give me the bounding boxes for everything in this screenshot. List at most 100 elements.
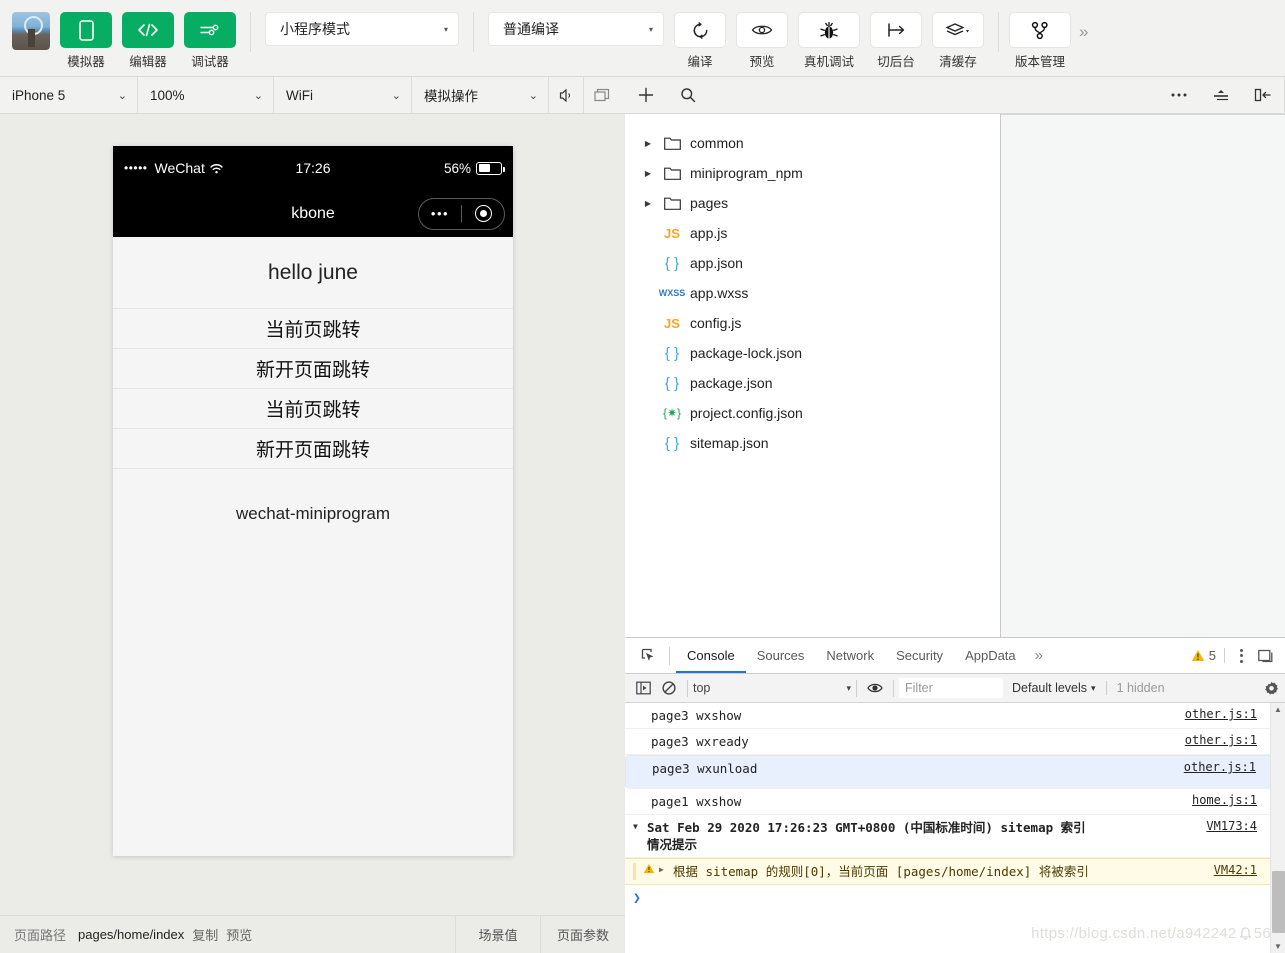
warning-count: 5: [1208, 648, 1216, 663]
page-footer-text: wechat-miniprogram: [113, 469, 513, 559]
preview-button[interactable]: 预览: [736, 12, 788, 70]
preview-path-button[interactable]: 预览: [226, 925, 252, 944]
inspect-element-icon[interactable]: [633, 642, 663, 670]
network-select[interactable]: WiFi ⌄: [274, 77, 412, 113]
copy-path-button[interactable]: 复制: [192, 925, 218, 944]
console-scrollbar[interactable]: ▲ ▼: [1270, 703, 1285, 953]
collapse-all-icon[interactable]: [1200, 77, 1242, 113]
tab-console[interactable]: Console: [676, 638, 746, 673]
simulate-action-select[interactable]: 模拟操作 ⌄: [412, 77, 549, 113]
page-nav-item[interactable]: 新开页面跳转: [113, 429, 513, 469]
console-output[interactable]: page3 wxshow other.js:1 page3 wxready other…: [625, 703, 1285, 953]
background-button[interactable]: 切后台: [870, 12, 922, 70]
compile-button[interactable]: 编译: [674, 12, 726, 70]
window-icon[interactable]: [584, 77, 619, 113]
console-log-source[interactable]: VM42:1: [1214, 863, 1257, 877]
wxss-file-icon: WXSS: [658, 288, 686, 298]
search-icon[interactable]: [667, 77, 709, 113]
mode-select[interactable]: 小程序模式 ▾: [265, 12, 459, 46]
console-settings-icon[interactable]: [1264, 681, 1279, 696]
console-group-row[interactable]: ▼ Sat Feb 29 2020 17:26:23 GMT+0800 (中国标准…: [625, 815, 1285, 858]
scrollbar-thumb[interactable]: [1272, 871, 1285, 933]
nav-simulator-label: 模拟器: [67, 55, 105, 69]
console-warning-row[interactable]: ▶ 根据 sitemap 的规则[0]，当前页面 [pages/home/inde…: [625, 858, 1285, 885]
toolbar-overflow-button[interactable]: »: [1079, 22, 1088, 42]
avatar[interactable]: [12, 12, 50, 50]
status-badge[interactable]: 5: [1191, 648, 1225, 663]
chevron-down-icon[interactable]: ▼: [633, 819, 647, 831]
compile-select[interactable]: 普通编译 ▾: [488, 12, 664, 46]
filter-input[interactable]: Filter: [899, 678, 1003, 698]
capsule-menu-icon[interactable]: •••: [419, 206, 461, 221]
console-log-source[interactable]: other.js:1: [1185, 707, 1257, 721]
clear-cache-button[interactable]: 清缓存: [932, 12, 984, 70]
scene-value-button[interactable]: 场景值: [455, 915, 540, 953]
scroll-up-arrow[interactable]: ▲: [1274, 703, 1282, 716]
chevron-right-icon[interactable]: ▶: [639, 169, 657, 178]
ellipsis-icon[interactable]: [1158, 77, 1200, 113]
dock-panel-icon[interactable]: [1253, 649, 1279, 663]
console-log-source[interactable]: home.js:1: [1192, 793, 1257, 807]
file-tree-file[interactable]: { } sitemap.json: [625, 428, 1000, 458]
live-expression-icon[interactable]: [862, 682, 888, 694]
file-tree-label: app.wxss: [690, 285, 749, 301]
compile-label: 编译: [687, 55, 713, 69]
tab-security[interactable]: Security: [885, 638, 954, 673]
nav-debugger-button[interactable]: 调试器: [184, 12, 236, 70]
toggle-panel-icon[interactable]: [1242, 77, 1284, 113]
context-select[interactable]: top ▾: [693, 681, 851, 695]
file-tree-file[interactable]: { } package.json: [625, 368, 1000, 398]
chevron-right-icon[interactable]: ▶: [639, 199, 657, 208]
console-log-row[interactable]: page1 wxshow home.js:1: [625, 789, 1285, 815]
bottom-bar-right: 场景值 页面参数: [455, 915, 625, 953]
volume-icon[interactable]: [549, 77, 584, 113]
more-options-icon[interactable]: [1229, 644, 1253, 668]
console-log-row[interactable]: page3 wxunload other.js:1: [625, 755, 1285, 789]
wechat-capsule[interactable]: •••: [418, 197, 505, 230]
console-log-source[interactable]: VM173:4: [1206, 819, 1257, 833]
nav-editor-button[interactable]: 编辑器: [122, 12, 174, 70]
page-nav-item[interactable]: 新开页面跳转: [113, 349, 513, 389]
file-tree-file[interactable]: { } package-lock.json: [625, 338, 1000, 368]
scroll-down-arrow[interactable]: ▼: [1274, 940, 1282, 953]
tabs-overflow-button[interactable]: »: [1027, 638, 1051, 673]
capsule-target-icon[interactable]: [462, 205, 504, 222]
console-log-source[interactable]: other.js:1: [1185, 733, 1257, 747]
tab-network[interactable]: Network: [815, 638, 885, 673]
show-console-sidebar-icon[interactable]: [630, 681, 656, 695]
file-tree-file[interactable]: JS config.js: [625, 308, 1000, 338]
sliders-icon: [184, 12, 236, 48]
file-tree-folder[interactable]: ▶ common: [625, 128, 1000, 158]
eye-icon: [736, 12, 788, 48]
file-tree-file[interactable]: {✷} project.config.json: [625, 398, 1000, 428]
console-prompt[interactable]: ❯: [625, 885, 1285, 911]
file-tree-file[interactable]: JS app.js: [625, 218, 1000, 248]
console-log-row[interactable]: page3 wxready other.js:1: [625, 729, 1285, 755]
page-nav-item[interactable]: 当前页跳转: [113, 389, 513, 429]
file-tree-file[interactable]: WXSS app.wxss: [625, 278, 1000, 308]
file-tree-file[interactable]: { } app.json: [625, 248, 1000, 278]
console-log-source[interactable]: other.js:1: [1184, 760, 1256, 774]
console-log-row[interactable]: page3 wxshow other.js:1: [625, 703, 1285, 729]
avatar-wrapper[interactable]: [12, 12, 50, 50]
nav-simulator-button[interactable]: 模拟器: [60, 12, 112, 70]
add-file-button[interactable]: [625, 77, 667, 113]
page-nav-item[interactable]: 当前页跳转: [113, 309, 513, 349]
tab-sources[interactable]: Sources: [746, 638, 816, 673]
log-levels-select[interactable]: Default levels ▾: [1012, 681, 1096, 695]
scrollbar-track[interactable]: [1271, 716, 1285, 940]
version-control-button[interactable]: 版本管理: [1009, 12, 1071, 70]
real-device-debug-button[interactable]: 真机调试: [798, 12, 860, 70]
file-tree-folder[interactable]: ▶ miniprogram_npm: [625, 158, 1000, 188]
file-tree-folder[interactable]: ▶ pages: [625, 188, 1000, 218]
hidden-messages-label: 1 hidden: [1105, 681, 1165, 695]
filterbar-divider-1: [687, 679, 688, 697]
chevron-right-icon[interactable]: ▶: [659, 863, 673, 874]
console-log-message: page3 wxunload: [652, 761, 758, 776]
device-select[interactable]: iPhone 5 ⌄: [0, 77, 138, 113]
clear-console-icon[interactable]: [656, 681, 682, 695]
zoom-select[interactable]: 100% ⌄: [138, 77, 274, 113]
page-params-button[interactable]: 页面参数: [540, 915, 625, 953]
tab-appdata[interactable]: AppData: [954, 638, 1027, 673]
chevron-right-icon[interactable]: ▶: [639, 139, 657, 148]
